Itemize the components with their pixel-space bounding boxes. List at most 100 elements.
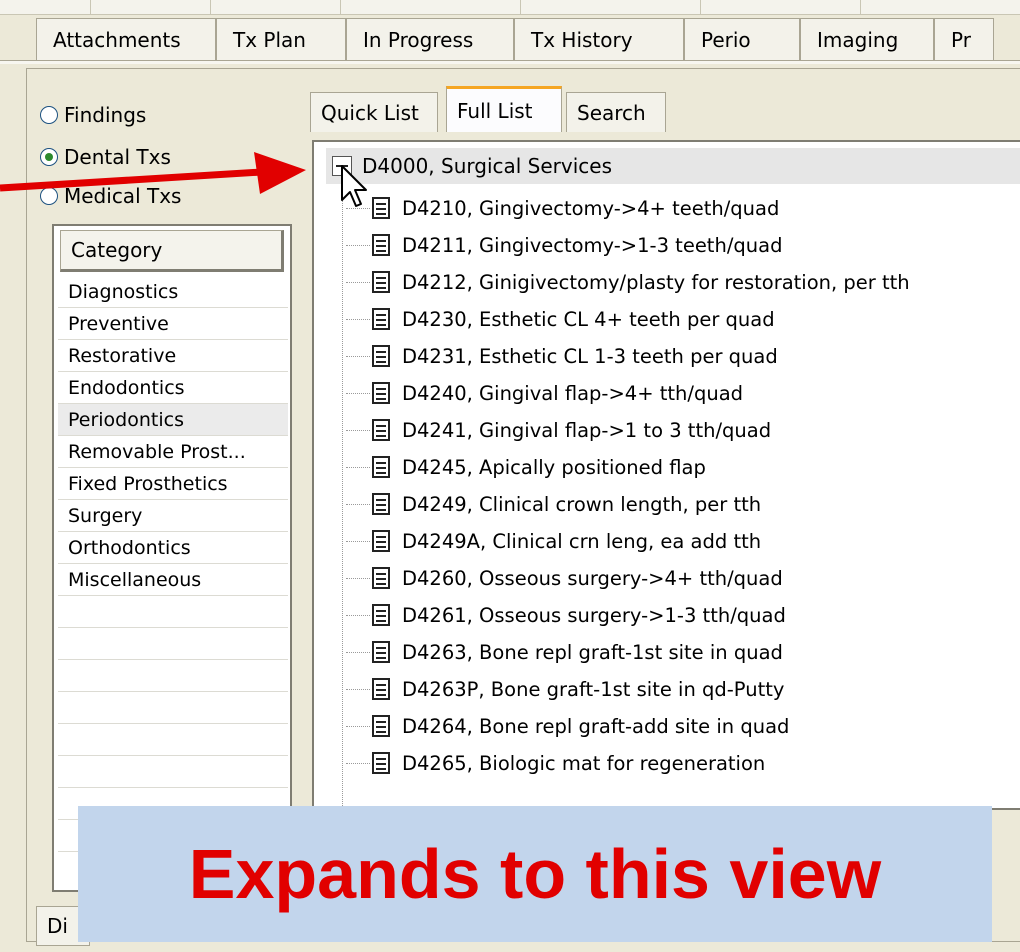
tree-item-label: D4231, Esthetic CL 1-3 teeth per quad	[402, 344, 778, 368]
tree-connector	[346, 614, 370, 616]
callout-caption: Expands to this view	[78, 806, 992, 942]
tree-item-label: D4265, Biologic mat for regeneration	[402, 751, 766, 775]
tree-item[interactable]: D4240, Gingival flap->4+ tth/quad	[346, 376, 743, 410]
category-empty-row	[58, 756, 288, 788]
tree-connector	[346, 318, 370, 320]
category-item-surgery[interactable]: Surgery	[58, 500, 288, 532]
tree-item[interactable]: D4230, Esthetic CL 4+ teeth per quad	[346, 302, 775, 336]
tree-item[interactable]: D4249A, Clinical crn leng, ea add tth	[346, 524, 761, 558]
category-empty-row	[58, 660, 288, 692]
tab-imaging[interactable]: Imaging	[800, 18, 934, 60]
tree-connector	[346, 651, 370, 653]
tree-connector	[346, 503, 370, 505]
tree-connector	[346, 577, 370, 579]
document-icon	[372, 604, 390, 626]
mouse-cursor-icon	[341, 165, 367, 207]
tree-item-label: D4230, Esthetic CL 4+ teeth per quad	[402, 307, 775, 331]
category-item-diagnostics[interactable]: Diagnostics	[58, 276, 288, 308]
tree-item-label: D4210, Gingivectomy->4+ teeth/quad	[402, 196, 780, 220]
document-icon	[372, 678, 390, 700]
document-icon	[372, 567, 390, 589]
category-empty-row	[58, 628, 288, 660]
tree-item-label: D4249A, Clinical crn leng, ea add tth	[402, 529, 762, 553]
tree-connector	[346, 281, 370, 283]
tree-connector	[346, 466, 370, 468]
arrow-head	[254, 152, 306, 194]
tree-connector	[346, 392, 370, 394]
tree-item-label: D4263, Bone repl graft-1st site in quad	[402, 640, 783, 664]
document-icon	[372, 382, 390, 404]
tab-attachments[interactable]: Attachments	[36, 18, 216, 60]
tree-item[interactable]: D4212, Ginigivectomy/plasty for restorat…	[346, 265, 910, 299]
tree-item-label: D4260, Osseous surgery->4+ tth/quad	[402, 566, 783, 590]
category-item-removable-prost[interactable]: Removable Prost...	[58, 436, 288, 468]
tree-item-label: D4261, Osseous surgery->1-3 tth/quad	[402, 603, 786, 627]
tree-item[interactable]: D4245, Apically positioned flap	[346, 450, 706, 484]
document-icon	[372, 493, 390, 515]
main-tab-bar: Attachments Tx Plan In Progress Tx Histo…	[36, 16, 994, 62]
tree-item[interactable]: D4264, Bone repl graft-add site in quad	[346, 709, 789, 743]
tree-item[interactable]: D4263, Bone repl graft-1st site in quad	[346, 635, 783, 669]
category-empty-row	[58, 724, 288, 756]
subtab-full-list[interactable]: Full List	[446, 86, 562, 132]
tree-node-surgical-services[interactable]: D4000, Surgical Services	[326, 148, 1020, 184]
tree-item-label: D4263P, Bone graft-1st site in qd-Putty	[402, 677, 785, 701]
category-header[interactable]: Category	[60, 230, 284, 272]
document-icon	[372, 234, 390, 256]
category-item-fixed-prosthetics[interactable]: Fixed Prosthetics	[58, 468, 288, 500]
tree-item[interactable]: D4210, Gingivectomy->4+ teeth/quad	[346, 191, 779, 225]
document-icon	[372, 752, 390, 774]
tab-perio[interactable]: Perio	[684, 18, 800, 60]
tree-node-label: D4000, Surgical Services	[362, 154, 613, 178]
tree-connector	[346, 355, 370, 357]
document-icon	[372, 345, 390, 367]
tree-item[interactable]: D4260, Osseous surgery->4+ tth/quad	[346, 561, 783, 595]
tab-tx-history[interactable]: Tx History	[514, 18, 684, 60]
annotation-arrow	[0, 152, 306, 194]
document-icon	[372, 641, 390, 663]
tree-item-label: D4211, Gingivectomy->1-3 teeth/quad	[402, 233, 783, 257]
arrow-shaft	[0, 168, 263, 192]
tree-item[interactable]: D4241, Gingival flap->1 to 3 tth/quad	[346, 413, 771, 447]
tree-connector	[346, 429, 370, 431]
tree-item-label: D4241, Gingival flap->1 to 3 tth/quad	[402, 418, 772, 442]
tree-item-label: D4240, Gingival flap->4+ tth/quad	[402, 381, 744, 405]
category-item-miscellaneous[interactable]: Miscellaneous	[58, 564, 288, 596]
tree-connector-line	[342, 186, 343, 826]
category-list[interactable]: Category Diagnostics Preventive Restorat…	[52, 224, 292, 892]
tree-connector	[346, 688, 370, 690]
tree-connector	[346, 540, 370, 542]
category-item-orthodontics[interactable]: Orthodontics	[58, 532, 288, 564]
category-item-endodontics[interactable]: Endodontics	[58, 372, 288, 404]
tree-item[interactable]: D4265, Biologic mat for regeneration	[346, 746, 765, 780]
subtab-search[interactable]: Search	[566, 92, 666, 132]
tree-item-label: D4245, Apically positioned flap	[402, 455, 706, 479]
document-icon	[372, 308, 390, 330]
category-item-preventive[interactable]: Preventive	[58, 308, 288, 340]
document-icon	[372, 456, 390, 478]
category-empty-row	[58, 692, 288, 724]
tab-pr[interactable]: Pr	[934, 18, 994, 60]
category-empty-row	[58, 596, 288, 628]
category-item-restorative[interactable]: Restorative	[58, 340, 288, 372]
category-item-periodontics[interactable]: Periodontics	[58, 404, 288, 436]
document-icon	[372, 530, 390, 552]
tree-connector	[346, 725, 370, 727]
tab-tx-plan[interactable]: Tx Plan	[216, 18, 346, 60]
tree-item-label: D4249, Clinical crown length, per tth	[402, 492, 762, 516]
subtab-quick-list[interactable]: Quick List	[310, 92, 438, 132]
radio-label: Findings	[64, 103, 147, 127]
tree-item[interactable]: D4211, Gingivectomy->1-3 teeth/quad	[346, 228, 782, 262]
document-icon	[372, 197, 390, 219]
radio-button[interactable]	[40, 106, 58, 124]
document-icon	[372, 271, 390, 293]
document-icon	[372, 419, 390, 441]
tree-item[interactable]: D4263P, Bone graft-1st site in qd-Putty	[346, 672, 784, 706]
tree-connector	[346, 762, 370, 764]
tree-item[interactable]: D4249, Clinical crown length, per tth	[346, 487, 761, 521]
tree-item[interactable]: D4231, Esthetic CL 1-3 teeth per quad	[346, 339, 778, 373]
tree-item[interactable]: D4261, Osseous surgery->1-3 tth/quad	[346, 598, 786, 632]
tab-in-progress[interactable]: In Progress	[346, 18, 514, 60]
radio-findings[interactable]: Findings	[40, 103, 146, 127]
tree-connector	[346, 244, 370, 246]
